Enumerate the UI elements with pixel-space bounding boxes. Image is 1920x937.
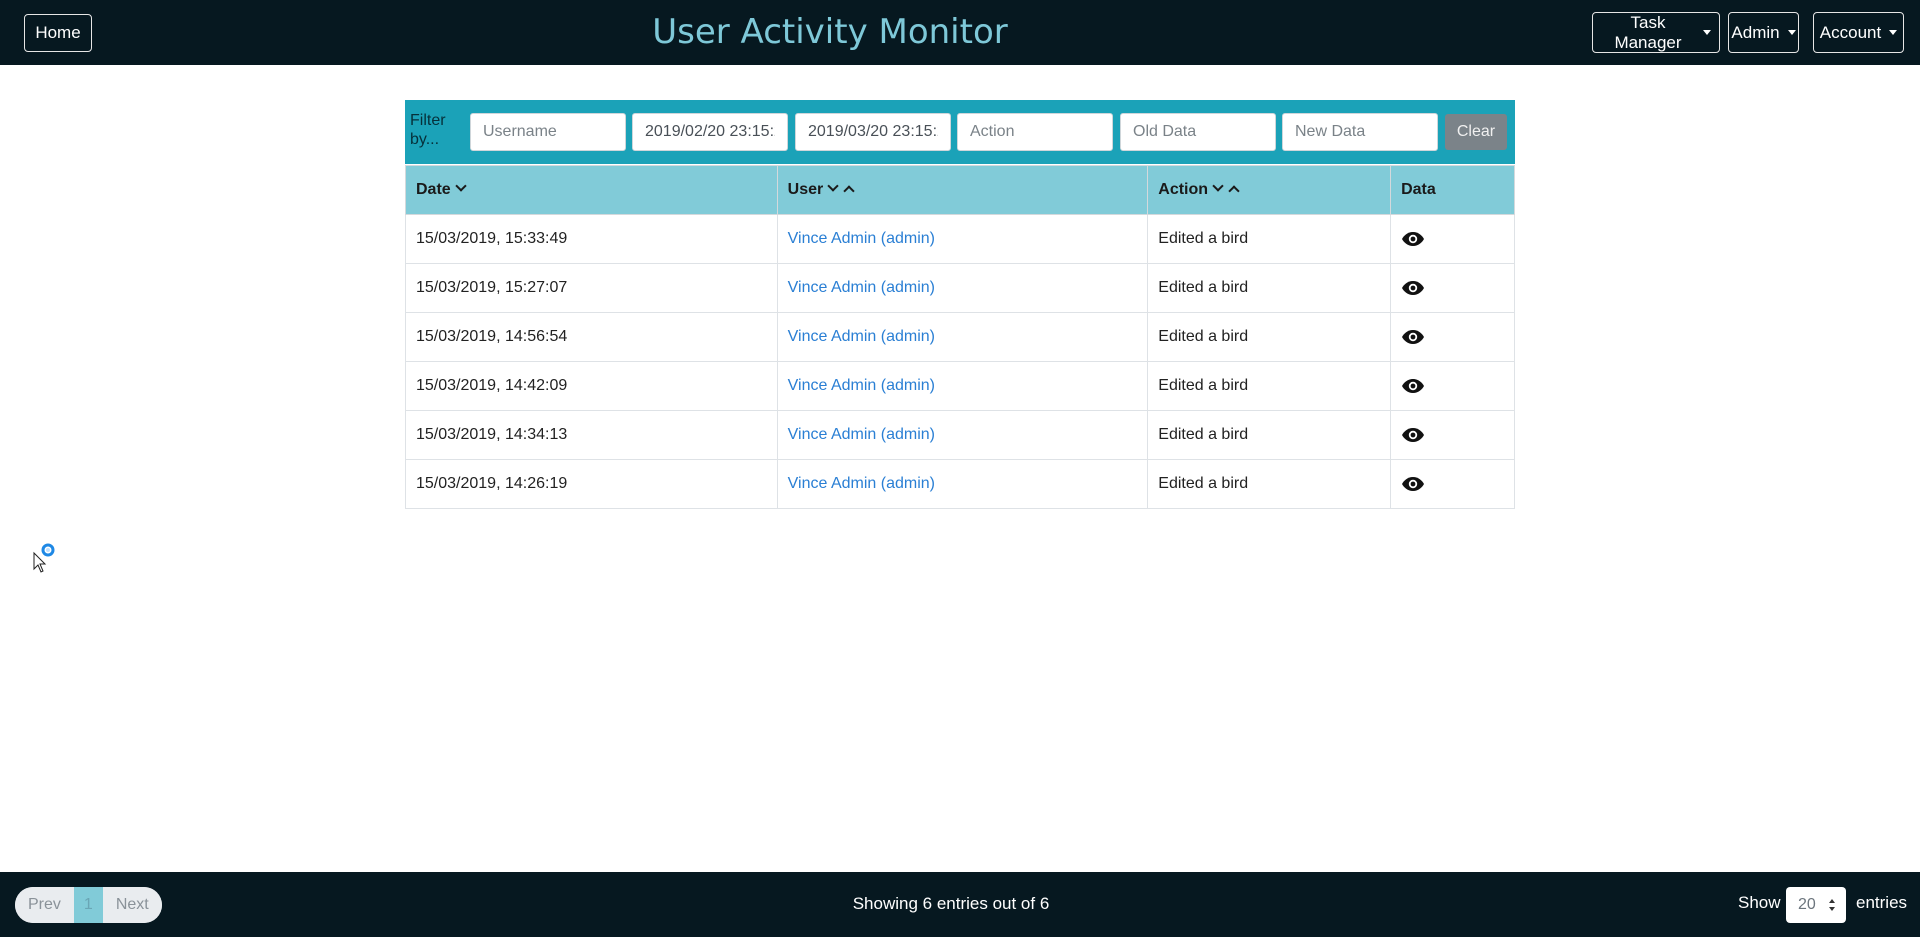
user-cell: Vince Admin (admin)	[776, 263, 1149, 313]
eye-icon[interactable]	[1401, 427, 1425, 443]
action-column-header: Action	[1147, 165, 1392, 215]
eye-icon[interactable]	[1401, 329, 1425, 345]
data-cell	[1390, 263, 1515, 313]
user-link[interactable]: Vince Admin (admin)	[788, 279, 935, 296]
table-row: 15/03/2019, 15:27:07 Vince Admin (admin)…	[405, 263, 1515, 313]
admin-dropdown[interactable]: Admin	[1728, 12, 1799, 53]
table-row: 15/03/2019, 14:26:19 Vince Admin (admin)…	[405, 459, 1515, 509]
user-link[interactable]: Vince Admin (admin)	[788, 328, 935, 345]
date-cell: 15/03/2019, 14:26:19	[405, 459, 778, 509]
data-column-header: Data	[1390, 165, 1515, 215]
filter-bar: Filter by... Clear	[405, 100, 1515, 164]
user-link[interactable]: Vince Admin (admin)	[788, 377, 935, 394]
date-from-input[interactable]	[632, 113, 788, 151]
date-header-label: Date	[416, 181, 451, 198]
action-cell: Edited a bird	[1147, 214, 1392, 264]
page-size-value: 20	[1798, 896, 1816, 913]
action-cell: Edited a bird	[1147, 459, 1392, 509]
date-cell: 15/03/2019, 14:42:09	[405, 361, 778, 411]
data-cell	[1390, 312, 1515, 362]
entries-label: entries	[1856, 893, 1908, 912]
action-cell: Edited a bird	[1147, 263, 1392, 313]
sort-asc-icon[interactable]	[1228, 185, 1240, 197]
activity-table: Date User Action Data 15/03/2019, 15:33:…	[405, 165, 1515, 509]
eye-icon[interactable]	[1401, 280, 1425, 296]
account-label: Account	[1819, 22, 1882, 42]
date-to-input[interactable]	[795, 113, 951, 151]
user-link[interactable]: Vince Admin (admin)	[788, 230, 935, 247]
date-cell: 15/03/2019, 14:34:13	[405, 410, 778, 460]
table-row: 15/03/2019, 14:42:09 Vince Admin (admin)…	[405, 361, 1515, 411]
action-cell: Edited a bird	[1147, 361, 1392, 411]
old-data-filter-input[interactable]	[1120, 113, 1276, 151]
eye-icon[interactable]	[1401, 378, 1425, 394]
date-column-header: Date	[405, 165, 778, 215]
user-column-header: User	[776, 165, 1149, 215]
account-dropdown[interactable]: Account	[1813, 12, 1904, 53]
sort-desc-icon[interactable]	[455, 180, 467, 192]
data-cell	[1390, 410, 1515, 460]
admin-label: Admin	[1731, 22, 1780, 42]
sort-desc-icon[interactable]	[827, 180, 839, 192]
table-row: 15/03/2019, 14:56:54 Vince Admin (admin)…	[405, 312, 1515, 362]
task-manager-dropdown[interactable]: Task Manager	[1592, 12, 1720, 53]
action-filter-input[interactable]	[957, 113, 1113, 151]
date-cell: 15/03/2019, 14:56:54	[405, 312, 778, 362]
action-cell: Edited a bird	[1147, 312, 1392, 362]
table-row: 15/03/2019, 15:33:49 Vince Admin (admin)…	[405, 214, 1515, 264]
user-cell: Vince Admin (admin)	[776, 214, 1149, 264]
data-cell	[1390, 214, 1515, 264]
caret-down-icon	[1889, 30, 1898, 35]
data-header-label: Data	[1401, 181, 1436, 198]
sort-asc-icon[interactable]	[843, 185, 855, 197]
caret-down-icon	[1703, 30, 1711, 35]
page-size-select[interactable]: 20	[1786, 887, 1846, 923]
user-link[interactable]: Vince Admin (admin)	[788, 475, 935, 492]
action-header-label: Action	[1158, 181, 1209, 198]
new-data-filter-input[interactable]	[1282, 113, 1438, 151]
sort-desc-icon[interactable]	[1212, 180, 1224, 192]
user-cell: Vince Admin (admin)	[776, 312, 1149, 362]
data-cell	[1390, 459, 1515, 509]
busy-cursor-icon	[33, 543, 55, 573]
table-header-row: Date User Action Data	[405, 165, 1515, 215]
date-cell: 15/03/2019, 15:27:07	[405, 263, 778, 313]
user-header-label: User	[787, 181, 824, 198]
entries-count-text: Showing 6 entries out of 6	[852, 894, 1050, 913]
action-cell: Edited a bird	[1147, 410, 1392, 460]
select-arrows-icon	[1829, 899, 1835, 911]
filter-label: Filter by...	[410, 112, 446, 148]
show-label: Show	[1738, 893, 1781, 912]
user-cell: Vince Admin (admin)	[776, 410, 1149, 460]
user-cell: Vince Admin (admin)	[776, 361, 1149, 411]
table-row: 15/03/2019, 14:34:13 Vince Admin (admin)…	[405, 410, 1515, 460]
user-cell: Vince Admin (admin)	[776, 459, 1149, 509]
clear-button[interactable]: Clear	[1445, 114, 1507, 150]
user-link[interactable]: Vince Admin (admin)	[788, 426, 935, 443]
task-manager-label: Task Manager	[1614, 12, 1682, 52]
caret-down-icon	[1787, 30, 1796, 35]
data-cell	[1390, 361, 1515, 411]
username-filter-input[interactable]	[470, 113, 626, 151]
top-navbar: Home User Activity Monitor Task Manager …	[0, 0, 1920, 65]
date-cell: 15/03/2019, 15:33:49	[405, 214, 778, 264]
footer-bar: Prev 1 Next Showing 6 entries out of 6 S…	[0, 872, 1920, 937]
page-title: User Activity Monitor	[652, 12, 1008, 52]
eye-icon[interactable]	[1401, 476, 1425, 492]
eye-icon[interactable]	[1401, 231, 1425, 247]
